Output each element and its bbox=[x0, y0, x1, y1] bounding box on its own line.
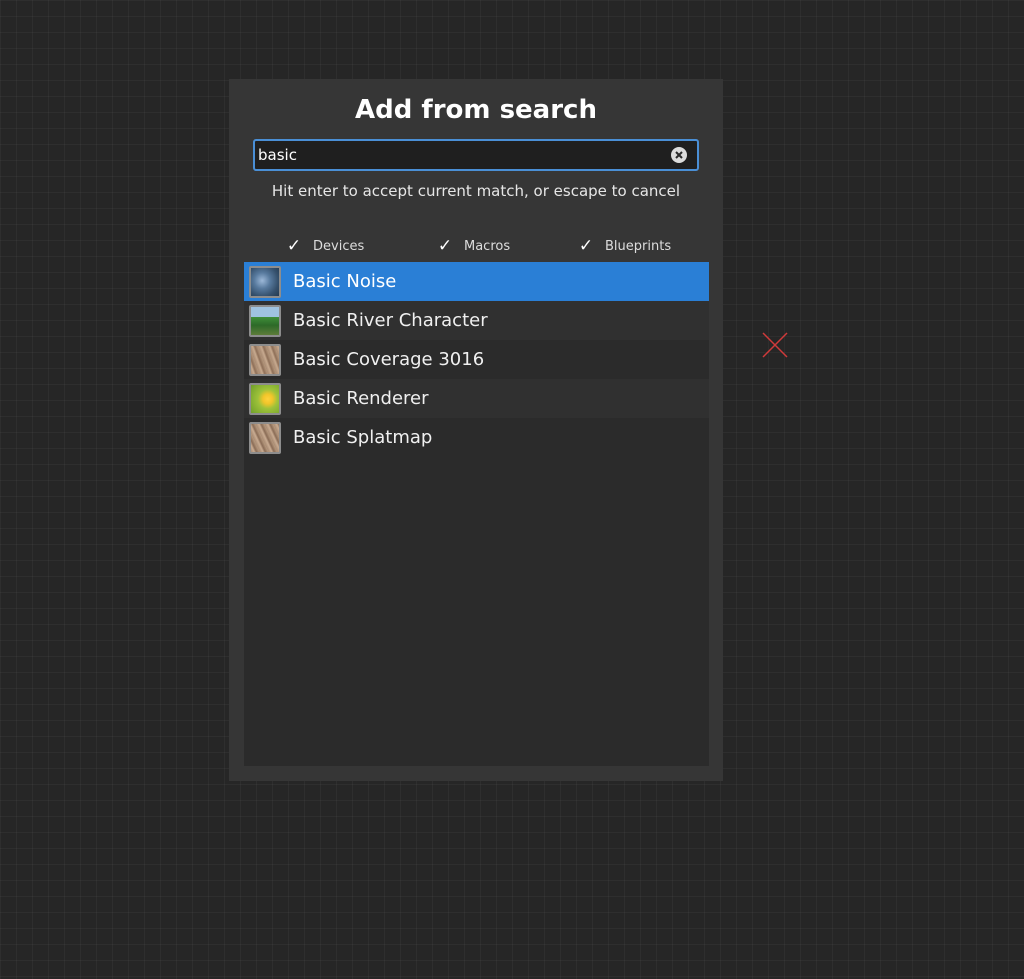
filter-blueprints-label: Blueprints bbox=[605, 238, 672, 254]
checkmark-icon[interactable]: ✓ bbox=[285, 237, 303, 255]
result-label: Basic River Character bbox=[293, 310, 488, 331]
result-item-basic-noise[interactable]: Basic Noise bbox=[244, 262, 709, 301]
result-item-basic-splatmap[interactable]: Basic Splatmap bbox=[244, 418, 709, 457]
results-list: Basic Noise Basic River Character Basic … bbox=[244, 262, 709, 766]
result-label: Basic Renderer bbox=[293, 388, 429, 409]
result-label: Basic Splatmap bbox=[293, 427, 433, 448]
renderer-thumbnail-icon bbox=[249, 382, 281, 415]
search-input[interactable] bbox=[258, 143, 658, 167]
search-box[interactable] bbox=[253, 139, 699, 171]
result-label: Basic Noise bbox=[293, 271, 397, 292]
filter-devices[interactable]: ✓ Devices bbox=[285, 235, 364, 257]
filter-devices-label: Devices bbox=[313, 238, 365, 254]
coverage-thumbnail-icon bbox=[249, 343, 281, 376]
result-item-basic-coverage-3016[interactable]: Basic Coverage 3016 bbox=[244, 340, 709, 379]
noise-thumbnail-icon bbox=[249, 265, 281, 298]
dialog-title: Add from search bbox=[355, 95, 597, 125]
checkmark-icon[interactable]: ✓ bbox=[577, 237, 595, 255]
checkmark-icon[interactable]: ✓ bbox=[436, 237, 454, 255]
river-thumbnail-icon bbox=[249, 304, 281, 337]
filter-macros[interactable]: ✓ Macros bbox=[436, 235, 510, 257]
red-x-marker-icon bbox=[762, 332, 788, 358]
filter-blueprints[interactable]: ✓ Blueprints bbox=[577, 235, 671, 257]
close-circle-icon bbox=[675, 151, 683, 159]
clear-search-button[interactable] bbox=[671, 147, 687, 163]
result-item-basic-renderer[interactable]: Basic Renderer bbox=[244, 379, 709, 418]
result-item-basic-river-character[interactable]: Basic River Character bbox=[244, 301, 709, 340]
hint-text: Hit enter to accept current match, or es… bbox=[271, 182, 681, 200]
splatmap-thumbnail-icon bbox=[249, 421, 281, 454]
result-label: Basic Coverage 3016 bbox=[293, 349, 485, 370]
filter-macros-label: Macros bbox=[464, 238, 511, 254]
filter-bar: ✓ Devices ✓ Macros ✓ Blueprints bbox=[229, 235, 723, 257]
add-from-search-dialog: Add from search Hit enter to accept curr… bbox=[229, 79, 723, 781]
